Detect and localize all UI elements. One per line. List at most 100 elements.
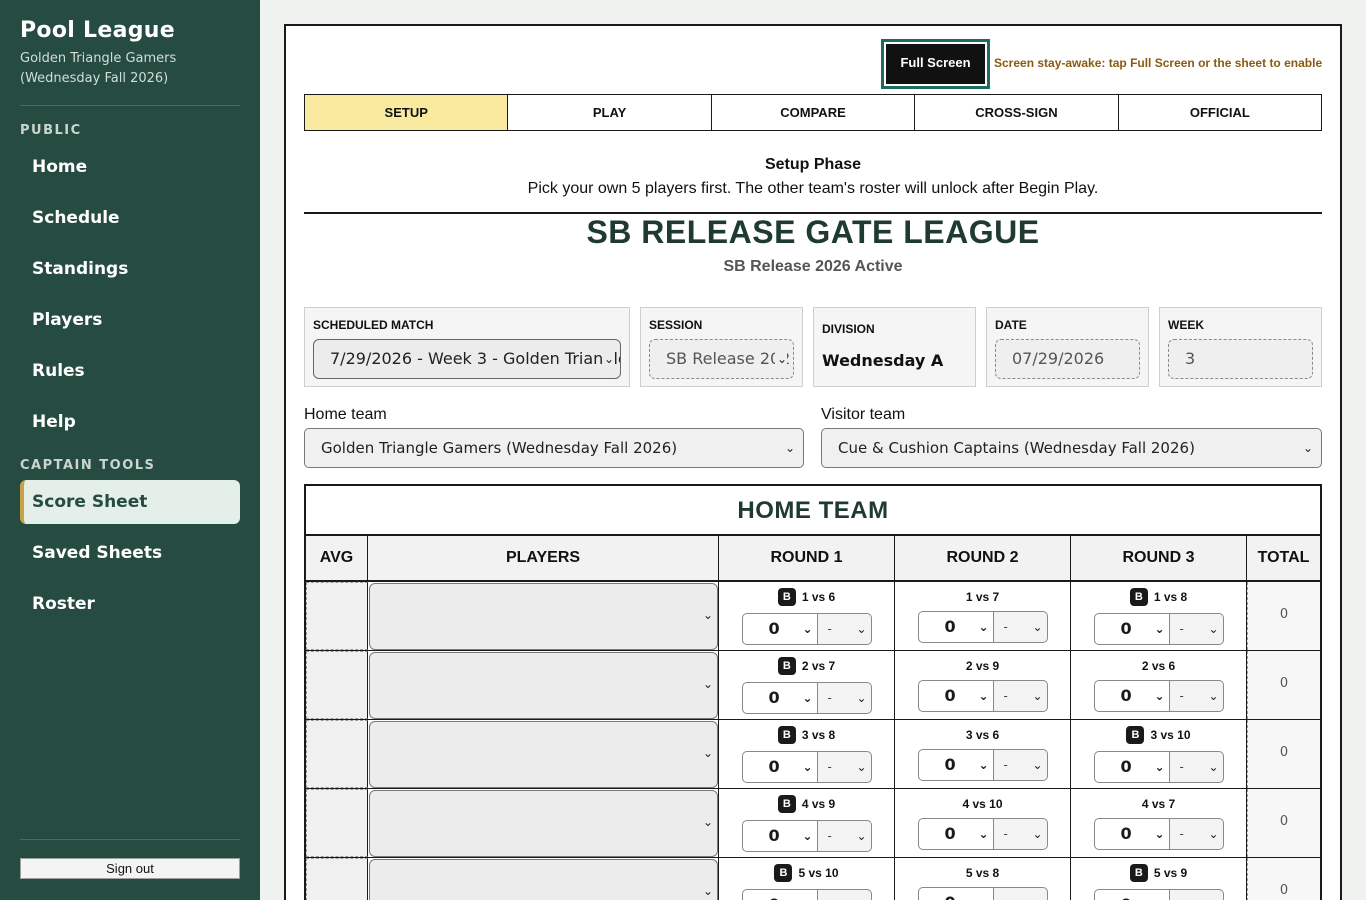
- tab-play[interactable]: PLAY: [508, 95, 712, 130]
- score-select[interactable]: 0⌄: [1093, 680, 1170, 712]
- result-select[interactable]: -⌄: [993, 749, 1048, 781]
- result-select[interactable]: -⌄: [817, 820, 872, 852]
- public-nav: Home Schedule Standings Players Rules Help: [20, 145, 240, 444]
- sidebar-item-roster[interactable]: Roster: [20, 582, 240, 626]
- match-pairing: 3 vs 10: [1150, 728, 1191, 742]
- score-select[interactable]: 0⌄: [741, 682, 818, 714]
- match-label: 4 vs 10: [895, 795, 1070, 813]
- table-row: ⌄ B 2 vs 7 0 ⌄ - ⌄ 2 vs 9 0 ⌄ - ⌄ 2 vs 6 0 ⌄ - ⌄ 0: [306, 651, 1320, 720]
- week-field[interactable]: 3: [1168, 339, 1313, 379]
- score-select[interactable]: 0⌄: [1093, 818, 1170, 850]
- result-select[interactable]: -⌄: [1169, 751, 1224, 783]
- result-select[interactable]: -⌄: [1169, 818, 1224, 850]
- break-badge-icon: B: [774, 864, 793, 882]
- result-select[interactable]: -⌄: [817, 613, 872, 645]
- result-select[interactable]: -⌄: [993, 611, 1048, 643]
- score-select[interactable]: 0⌄: [917, 680, 994, 712]
- home-team-select[interactable]: Golden Triangle Gamers (Wednesday Fall 2…: [304, 428, 804, 468]
- chevron-down-icon: ⌄: [978, 689, 989, 703]
- score-select[interactable]: 0⌄: [917, 818, 994, 850]
- sidebar-divider: [20, 105, 240, 106]
- player-select[interactable]: ⌄: [369, 652, 718, 719]
- result-select[interactable]: -⌄: [817, 682, 872, 714]
- column-header-players: PLAYERS: [368, 536, 719, 580]
- break-badge-icon: B: [777, 588, 796, 606]
- score-select[interactable]: 0⌄: [917, 749, 994, 781]
- total-cell: 0: [1247, 789, 1320, 857]
- player-select[interactable]: ⌄: [369, 859, 718, 900]
- sign-out-button[interactable]: Sign out: [20, 858, 240, 879]
- chevron-down-icon: ⌄: [854, 890, 866, 900]
- chevron-down-icon: ⌄: [800, 890, 812, 900]
- sidebar-item-rules[interactable]: Rules: [20, 349, 240, 393]
- chevron-down-icon: ⌄: [1032, 620, 1043, 634]
- session-label: SESSION: [649, 318, 703, 332]
- date-field[interactable]: 07/29/2026: [995, 339, 1140, 379]
- sidebar-item-saved-sheets[interactable]: Saved Sheets: [20, 531, 240, 575]
- score-select[interactable]: 0⌄: [917, 887, 994, 900]
- result-select[interactable]: -⌄: [1169, 613, 1224, 645]
- scheduled-match-select[interactable]: 7/29/2026 - Week 3 - Golden Triangle ⌄: [313, 339, 621, 379]
- sidebar-item-help[interactable]: Help: [20, 400, 240, 444]
- sidebar-item-home[interactable]: Home: [20, 145, 240, 189]
- visitor-team-select[interactable]: Cue & Cushion Captains (Wednesday Fall 2…: [821, 428, 1322, 468]
- score-select[interactable]: 0⌄: [741, 820, 818, 852]
- sidebar-item-schedule[interactable]: Schedule: [20, 196, 240, 240]
- score-select[interactable]: 0⌄: [1093, 889, 1170, 900]
- result-select[interactable]: -⌄: [1169, 680, 1224, 712]
- break-badge-icon: B: [777, 795, 796, 813]
- result-value: -: [827, 760, 832, 774]
- player-select[interactable]: ⌄: [369, 721, 718, 788]
- visitor-team-value: Cue & Cushion Captains (Wednesday Fall 2…: [838, 439, 1195, 457]
- player-cell: ⌄: [368, 789, 719, 857]
- league-name: SB RELEASE GATE LEAGUE: [586, 214, 1040, 250]
- score-select[interactable]: 0⌄: [1093, 613, 1170, 645]
- chevron-down-icon: ⌄: [856, 691, 867, 705]
- result-select[interactable]: -⌄: [817, 751, 872, 783]
- session-select[interactable]: SB Release 202 ⌄: [649, 339, 794, 379]
- score-select[interactable]: 0⌄: [917, 611, 994, 643]
- sidebar-item-score-sheet[interactable]: Score Sheet: [20, 480, 240, 524]
- tab-setup[interactable]: SETUP: [305, 95, 509, 130]
- result-select[interactable]: -⌄: [993, 887, 1048, 900]
- result-select[interactable]: -⌄: [993, 818, 1048, 850]
- score-select[interactable]: 0⌄: [741, 613, 818, 645]
- week-card: WEEK 3: [1159, 307, 1322, 387]
- round-cell: B1 vs 8 0 ⌄ - ⌄: [1071, 582, 1247, 650]
- player-select[interactable]: ⌄: [369, 790, 718, 857]
- chevron-down-icon: ⌄: [702, 746, 713, 760]
- score-picker: 0⌄-⌄: [719, 820, 894, 852]
- tab-compare[interactable]: COMPARE: [711, 95, 916, 130]
- team-name-line2: (Wednesday Fall 2026): [20, 71, 169, 86]
- match-label: 4 vs 7: [1071, 795, 1246, 813]
- sidebar-item-players[interactable]: Players: [20, 298, 240, 342]
- chevron-down-icon: ⌄: [1208, 827, 1219, 841]
- chevron-down-icon: ⌄: [1152, 890, 1164, 900]
- result-select[interactable]: -⌄: [993, 680, 1048, 712]
- full-screen-button[interactable]: Full Screen: [881, 39, 990, 89]
- player-select[interactable]: ⌄: [369, 583, 718, 650]
- result-select[interactable]: -⌄: [817, 889, 872, 900]
- date-value: 07/29/2026: [1012, 349, 1105, 368]
- result-value: -: [827, 829, 832, 843]
- visitor-team-label: Visitor team: [821, 406, 906, 423]
- match-pairing: 5 vs 8: [965, 866, 1000, 880]
- score-select[interactable]: 0⌄: [741, 751, 818, 783]
- tab-cross-sign[interactable]: CROSS-SIGN: [915, 95, 1119, 130]
- result-value: -: [827, 691, 832, 705]
- result-value: -: [1179, 827, 1184, 841]
- break-badge-icon: B: [777, 657, 796, 675]
- avg-cell: [306, 789, 368, 857]
- result-select[interactable]: -⌄: [1169, 889, 1224, 900]
- round-cell: B5 vs 100⌄-⌄: [719, 858, 895, 900]
- result-value: -: [1003, 620, 1008, 634]
- tab-official[interactable]: OFFICIAL: [1118, 95, 1322, 130]
- chevron-down-icon: ⌄: [702, 677, 713, 691]
- avg-cell: [306, 858, 368, 900]
- round-cell: 4 vs 7 0 ⌄ - ⌄: [1071, 789, 1247, 857]
- score-select[interactable]: 0⌄: [1093, 751, 1170, 783]
- score-sheet[interactable]: Full Screen Screen stay-awake: tap Full …: [284, 24, 1342, 900]
- score-select[interactable]: 0⌄: [741, 889, 818, 900]
- sidebar-item-standings[interactable]: Standings: [20, 247, 240, 291]
- result-value: -: [1003, 689, 1008, 703]
